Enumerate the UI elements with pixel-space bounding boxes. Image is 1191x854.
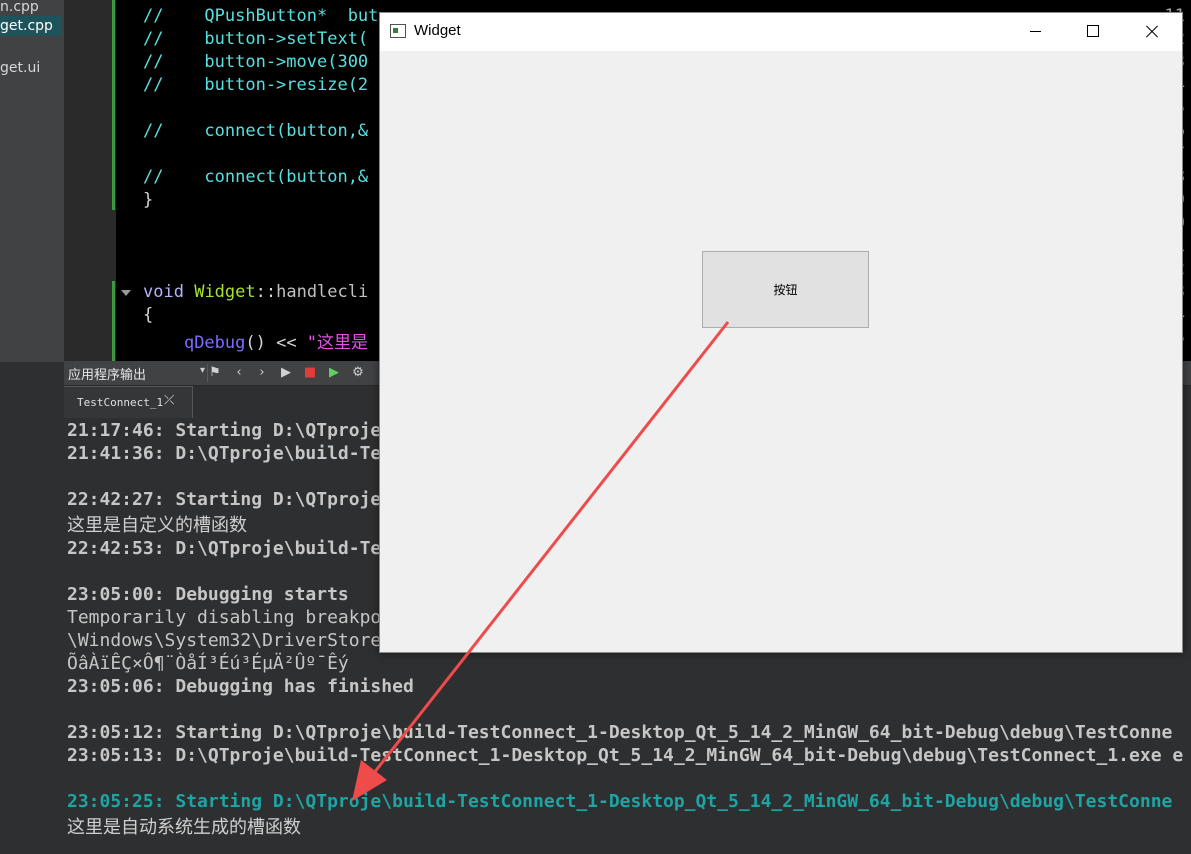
code-scope: :: bbox=[255, 282, 277, 302]
output-line: 23:05:13: D:\QTproje\build-TestConnect_1… bbox=[67, 745, 1184, 766]
output-pane-title[interactable]: 应用程序输出 bbox=[68, 364, 146, 383]
output-line: 23:05:25: Starting D:\QTproje\build-Test… bbox=[67, 791, 1173, 812]
code-string: "这里是 bbox=[306, 333, 369, 353]
clean-output-icon[interactable]: ⚑ bbox=[204, 361, 226, 385]
code-function: qDebug bbox=[183, 333, 246, 353]
code-keyword: void bbox=[143, 282, 184, 302]
code-line: // connect(button,& bbox=[143, 167, 369, 187]
close-tab-icon[interactable]: ⤫ bbox=[164, 393, 174, 408]
app-window-icon bbox=[390, 24, 406, 38]
widget-window: Widget 按钮 bbox=[379, 12, 1183, 653]
tree-item-widget-cpp[interactable]: get.cpp bbox=[0, 16, 62, 36]
minimize-button[interactable] bbox=[1006, 13, 1064, 51]
gear-icon[interactable]: ⚙ bbox=[347, 361, 369, 385]
output-line: 21:17:46: Starting D:\QTproje bbox=[67, 420, 382, 441]
code-class: Widget bbox=[194, 282, 256, 302]
next-icon[interactable]: › bbox=[251, 361, 273, 385]
output-line: 22:42:53: D:\QTproje\build-Te bbox=[67, 538, 382, 559]
code-line: // button->setText( bbox=[143, 29, 369, 49]
output-line: 22:42:27: Starting D:\QTproje bbox=[67, 489, 382, 510]
output-line: ÕâÀïÊÇ×Ô¶¨ÒåÍ³Éú³ÉµÄ²Ûº¯Êý bbox=[67, 653, 349, 674]
code-line: // QPushButton* but bbox=[143, 6, 379, 26]
window-titlebar[interactable]: Widget bbox=[380, 13, 1182, 51]
output-line: 23:05:12: Starting D:\QTproje\build-Test… bbox=[67, 722, 1173, 743]
previous-icon[interactable]: ‹ bbox=[228, 361, 250, 385]
minimize-icon bbox=[1030, 31, 1041, 32]
code-line: // connect(button,& bbox=[143, 121, 369, 141]
output-line: 23:05:00: Debugging starts bbox=[67, 584, 349, 605]
run-icon[interactable]: ▶ bbox=[275, 361, 297, 385]
output-line: 这里是自定义的槽函数 bbox=[67, 515, 247, 536]
code-function: handlecli bbox=[276, 282, 369, 302]
close-button[interactable] bbox=[1122, 13, 1180, 51]
output-tab[interactable]: TestConnect_1 ⤫ bbox=[64, 386, 193, 419]
code-line: qDebug() << "这里是 bbox=[143, 328, 368, 353]
code-line: // button->resize(2 bbox=[143, 75, 369, 95]
maximize-button[interactable] bbox=[1064, 13, 1122, 51]
maximize-icon bbox=[1087, 25, 1099, 37]
code-line: void Widget::handlecli bbox=[143, 282, 368, 302]
line-number-gutter bbox=[64, 0, 116, 362]
code-line: } bbox=[143, 190, 154, 210]
stop-icon[interactable]: ■ bbox=[299, 361, 321, 385]
push-button[interactable]: 按钮 bbox=[702, 251, 869, 328]
fold-arrow-icon[interactable] bbox=[121, 290, 131, 296]
change-marker bbox=[112, 0, 115, 210]
tree-item-main-cpp[interactable]: n.cpp bbox=[0, 0, 39, 17]
project-tree: n.cpp get.cpp get.ui bbox=[0, 0, 64, 362]
code-line: // button->move(300 bbox=[143, 52, 369, 72]
output-line: \Windows\System32\DriverStore bbox=[67, 630, 382, 651]
output-line: 这里是自动系统生成的槽函数 bbox=[67, 817, 301, 838]
output-line: Temporarily disabling breakpo bbox=[67, 607, 382, 628]
output-line: 21:41:36: D:\QTproje\build-Te bbox=[67, 443, 382, 464]
tree-item-widget-ui[interactable]: get.ui bbox=[0, 58, 40, 78]
window-title: Widget bbox=[414, 22, 461, 39]
code-operator: () << bbox=[245, 333, 307, 353]
output-line: 23:05:06: Debugging has finished bbox=[67, 676, 414, 697]
code-line: { bbox=[143, 305, 154, 325]
output-tab-label: TestConnect_1 bbox=[77, 396, 164, 409]
debug-run-icon[interactable]: ▶ bbox=[323, 361, 345, 385]
change-marker bbox=[112, 281, 115, 362]
